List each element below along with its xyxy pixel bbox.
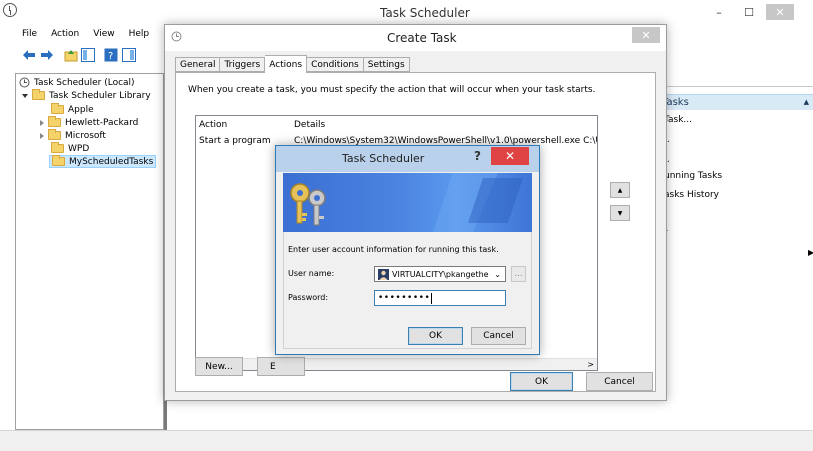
status-bar [0, 430, 813, 451]
tree-item-label: Hewlett-Packard [65, 117, 139, 128]
console-tree: Task Scheduler (Local) Task Scheduler Li… [15, 73, 164, 430]
help-icon[interactable]: ? [104, 48, 118, 62]
tab-triggers[interactable]: Triggers [220, 57, 266, 72]
create-task-title-bar: Create Task ✕ [165, 25, 666, 51]
up-folder-icon[interactable] [64, 48, 78, 62]
tree-root-label: Task Scheduler (Local) [34, 77, 135, 88]
arrow-down-icon: ▼ [617, 209, 623, 217]
main-window-title: Task Scheduler [380, 6, 470, 20]
credentials-title-bar: Task Scheduler ? ✕ [276, 146, 539, 172]
new-action-button[interactable]: New... [195, 357, 243, 376]
svg-text:?: ? [108, 51, 113, 62]
menu-bar: File Action View Help [0, 25, 170, 43]
tree-item-microsoft[interactable]: Microsoft [40, 129, 106, 142]
credentials-close-button[interactable]: ✕ [491, 147, 529, 165]
main-title-bar: Task Scheduler – ☐ ✕ [0, 0, 813, 25]
column-header-details[interactable]: Details [294, 120, 325, 130]
move-down-button[interactable]: ▼ [610, 205, 630, 221]
user-name-label: User name: [288, 269, 335, 278]
create-task-close-button[interactable]: ✕ [632, 27, 660, 43]
tab-strip: General Triggers Actions Conditions Sett… [175, 55, 410, 73]
password-field[interactable]: ••••••••• [374, 290, 506, 306]
tree-item-label: WPD [68, 143, 90, 154]
credentials-title: Task Scheduler [342, 152, 425, 165]
library-folder-icon [32, 89, 45, 100]
credentials-dialog: Task Scheduler ? ✕ Enter user account in… [275, 145, 540, 355]
credentials-banner [283, 173, 532, 232]
menu-file[interactable]: File [22, 29, 37, 39]
clock-icon [3, 3, 17, 17]
folder-icon [51, 142, 64, 153]
password-label: Password: [288, 293, 329, 302]
help-button[interactable]: ? [474, 149, 481, 163]
arrow-up-icon: ▲ [617, 186, 623, 194]
expand-arrow-icon[interactable] [22, 93, 28, 98]
menu-view[interactable]: View [93, 29, 114, 39]
collapse-up-icon[interactable]: ▲ [804, 98, 809, 106]
ok-button[interactable]: OK [510, 372, 573, 391]
maximize-button[interactable]: ☐ [736, 4, 762, 20]
user-name-combobox[interactable]: VIRTUALCITY\pkangethe ⌄ [374, 266, 506, 282]
tree-item-wpd[interactable]: WPD [51, 142, 89, 155]
credentials-body: Enter user account information for runni… [283, 232, 532, 349]
keys-banner-icon [290, 173, 523, 232]
pane-splitter[interactable] [164, 400, 167, 430]
tree-item-hewlett-packard[interactable]: Hewlett-Packard [40, 116, 138, 129]
tree-item-apple[interactable]: Apple [51, 103, 94, 116]
tree-library[interactable]: Task Scheduler Library [22, 89, 151, 102]
browse-user-button[interactable]: ... [511, 266, 526, 282]
user-icon [378, 268, 389, 280]
password-value: ••••••••• [378, 293, 431, 303]
collapse-arrow-icon[interactable] [40, 119, 44, 126]
cancel-button[interactable]: Cancel [586, 372, 653, 391]
create-task-title: Create Task [387, 31, 457, 45]
scroll-right-icon[interactable]: > [587, 360, 594, 369]
menu-action[interactable]: Action [51, 29, 79, 39]
forward-arrow-icon[interactable] [40, 48, 54, 62]
tab-settings[interactable]: Settings [363, 57, 410, 72]
tree-item-myscheduledtasks[interactable]: MyScheduledTasks [49, 155, 157, 168]
show-hide-tree-icon[interactable] [81, 48, 95, 62]
edit-action-button[interactable]: E [257, 357, 305, 376]
action-item[interactable]: Task... [664, 115, 692, 125]
minimize-button[interactable]: – [706, 4, 732, 20]
tab-conditions[interactable]: Conditions [307, 57, 364, 72]
folder-icon [51, 103, 64, 114]
tab-general[interactable]: General [175, 57, 221, 72]
tab-actions[interactable]: Actions [265, 55, 308, 73]
tree-library-label: Task Scheduler Library [49, 90, 151, 101]
credentials-ok-button[interactable]: OK [408, 327, 463, 345]
close-button[interactable]: ✕ [766, 4, 794, 20]
text-cursor [431, 292, 433, 304]
credentials-cancel-button[interactable]: Cancel [471, 327, 526, 345]
tree-item-label: Microsoft [65, 130, 106, 141]
action-item[interactable]: asks History [664, 190, 719, 200]
back-arrow-icon[interactable] [22, 48, 36, 62]
actions-intro-text: When you create a task, you must specify… [188, 85, 596, 95]
menu-help[interactable]: Help [129, 29, 150, 39]
move-up-button[interactable]: ▲ [610, 182, 630, 198]
folder-icon [52, 155, 65, 166]
collapse-arrow-icon[interactable] [40, 132, 44, 139]
submenu-arrow-icon[interactable]: ▶ [808, 248, 813, 257]
clock-icon [171, 31, 182, 42]
tree-root[interactable]: Task Scheduler (Local) [19, 76, 135, 89]
toolbar: ? [0, 45, 170, 67]
chevron-down-icon[interactable]: ⌄ [494, 270, 501, 279]
column-header-action[interactable]: Action [199, 120, 227, 130]
tree-item-label: MyScheduledTasks [69, 156, 154, 167]
row-action[interactable]: Start a program [199, 136, 271, 146]
action-item[interactable]: unning Tasks [664, 171, 722, 181]
folder-icon [48, 129, 61, 140]
show-hide-action-pane-icon[interactable] [122, 48, 136, 62]
credentials-prompt: Enter user account information for runni… [288, 245, 499, 254]
folder-icon [48, 116, 61, 127]
tree-item-label: Apple [68, 104, 94, 115]
user-name-value: VIRTUALCITY\pkangethe [392, 269, 489, 279]
clock-icon [19, 77, 30, 88]
